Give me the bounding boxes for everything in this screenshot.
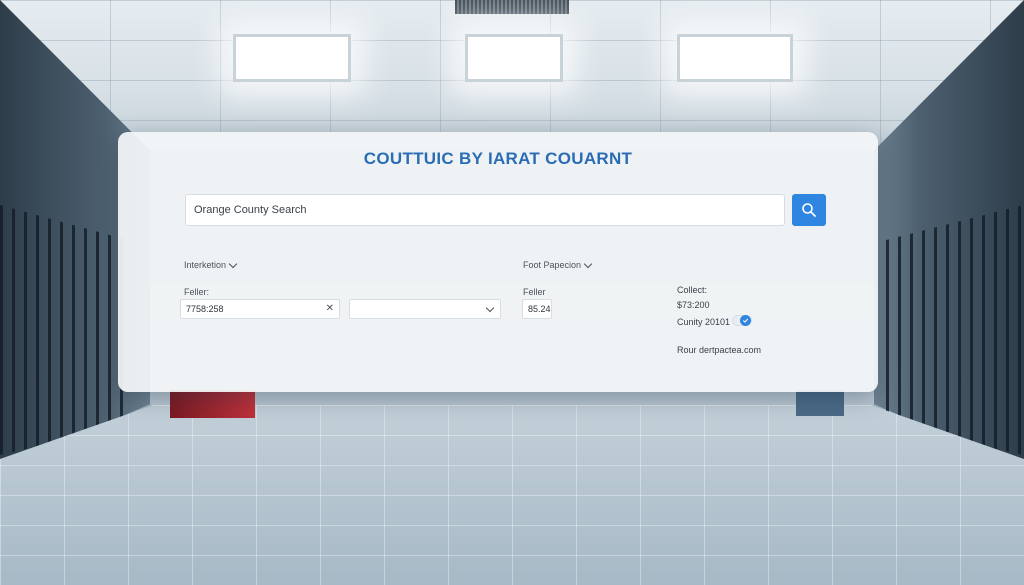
- value-select[interactable]: [349, 299, 501, 319]
- collect-heading: Collect:: [677, 285, 708, 295]
- blue-wall-panel: [796, 390, 844, 416]
- search-input[interactable]: [186, 195, 784, 225]
- feller-amount-value: 85.24: [528, 304, 551, 314]
- collect-amount: $73:200: [677, 300, 710, 310]
- search-button[interactable]: [792, 194, 826, 226]
- close-icon[interactable]: ✕: [326, 303, 334, 314]
- floor-tiles: [0, 405, 1024, 585]
- left-cell-bars: [0, 205, 128, 455]
- search-icon: [802, 203, 816, 217]
- chevron-down-icon: [583, 259, 593, 268]
- feller-label-2: Feller: [523, 287, 546, 297]
- ceiling-light-left: [233, 34, 351, 82]
- ceiling-light-center: [465, 34, 563, 82]
- foot-papecion-dropdown-label: Foot Papecion: [523, 260, 582, 270]
- foot-papecion-dropdown[interactable]: Foot Papecion: [523, 259, 593, 270]
- feller-field[interactable]: 7758:258 ✕: [180, 299, 340, 319]
- chevron-down-icon: [485, 303, 495, 313]
- interketion-dropdown-label: Interketion: [184, 260, 227, 270]
- feller-label: Feller:: [184, 287, 210, 297]
- county-text: Cunity 20101: [677, 317, 731, 327]
- red-wall-panel: [170, 390, 255, 418]
- panel-title: COUTTUIC BY IARAT COUARNT: [363, 149, 633, 168]
- interketion-dropdown[interactable]: Interketion: [184, 259, 238, 270]
- check-icon: [742, 318, 749, 323]
- ceiling-vent: [455, 0, 569, 14]
- right-cell-bars: [886, 205, 1024, 455]
- feller-amount-field[interactable]: 85.24: [522, 299, 552, 319]
- county-toggle[interactable]: [732, 315, 752, 326]
- search-panel: COUTTUIC BY IARAT COUARNT Interketion Fo…: [118, 132, 878, 392]
- ceiling-light-right: [677, 34, 793, 82]
- feller-value: 7758:258: [186, 304, 224, 314]
- search-field[interactable]: [185, 194, 785, 226]
- toggle-knob: [740, 315, 751, 326]
- chevron-down-icon: [228, 259, 238, 268]
- background-scene: COUTTUIC BY IARAT COUARNT Interketion Fo…: [0, 0, 1024, 585]
- footer-link[interactable]: Rour dertpactea.com: [677, 345, 761, 355]
